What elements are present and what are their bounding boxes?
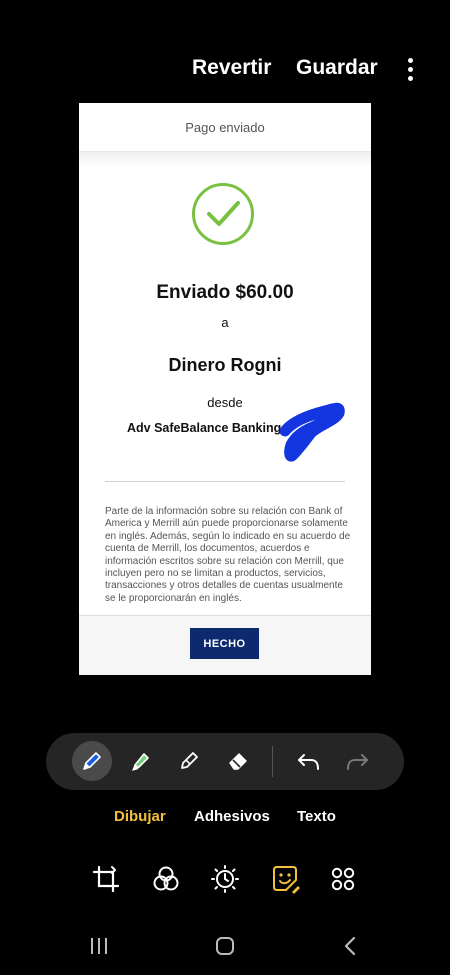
draw-toolbar [46,733,404,790]
done-button[interactable]: HECHO [190,628,259,659]
pencil-icon[interactable] [169,741,209,781]
tab-stickers[interactable]: Adhesivos [194,808,270,825]
filter-icon[interactable] [149,862,183,896]
back-icon[interactable] [335,930,367,962]
header-shadow [79,152,371,168]
system-nav-bar [0,930,450,962]
bottom-tools [0,862,450,896]
pen-icon[interactable] [72,741,112,781]
eraser-icon[interactable] [218,741,258,781]
account-name: Adv SafeBalance Banking [127,421,282,435]
recents-icon[interactable] [83,930,115,962]
crop-icon[interactable] [89,862,123,896]
more-vert-icon[interactable] [402,58,418,84]
sticker-edit-icon[interactable] [268,862,302,896]
revert-button[interactable]: Revertir [192,56,271,80]
mode-tabs: Dibujar Adhesivos Texto [0,808,450,828]
sent-amount: Enviado $60.00 [156,282,294,303]
redo-icon[interactable] [337,741,377,781]
undo-icon[interactable] [289,741,329,781]
save-button[interactable]: Guardar [296,56,378,80]
checkmark-icon [192,183,254,245]
toolbar-separator [272,746,273,777]
disclaimer-text: Parte de la información sobre su relació… [105,506,351,604]
brightness-icon[interactable] [208,862,242,896]
recipient-name: Dinero Rogni [168,355,282,375]
drawn-scribble [279,402,345,462]
more-tools-icon[interactable] [326,862,360,896]
home-icon[interactable] [209,930,241,962]
highlighter-icon[interactable] [121,741,161,781]
divider [105,481,345,482]
to-word: a [221,315,229,330]
page-title: Pago enviado [79,103,371,152]
edited-screenshot[interactable]: Pago enviado Enviado $60.00 a Dinero Rog… [79,103,371,675]
tab-draw[interactable]: Dibujar [114,808,166,825]
top-action-bar: Revertir Guardar [0,56,450,86]
tab-text[interactable]: Texto [297,808,336,825]
